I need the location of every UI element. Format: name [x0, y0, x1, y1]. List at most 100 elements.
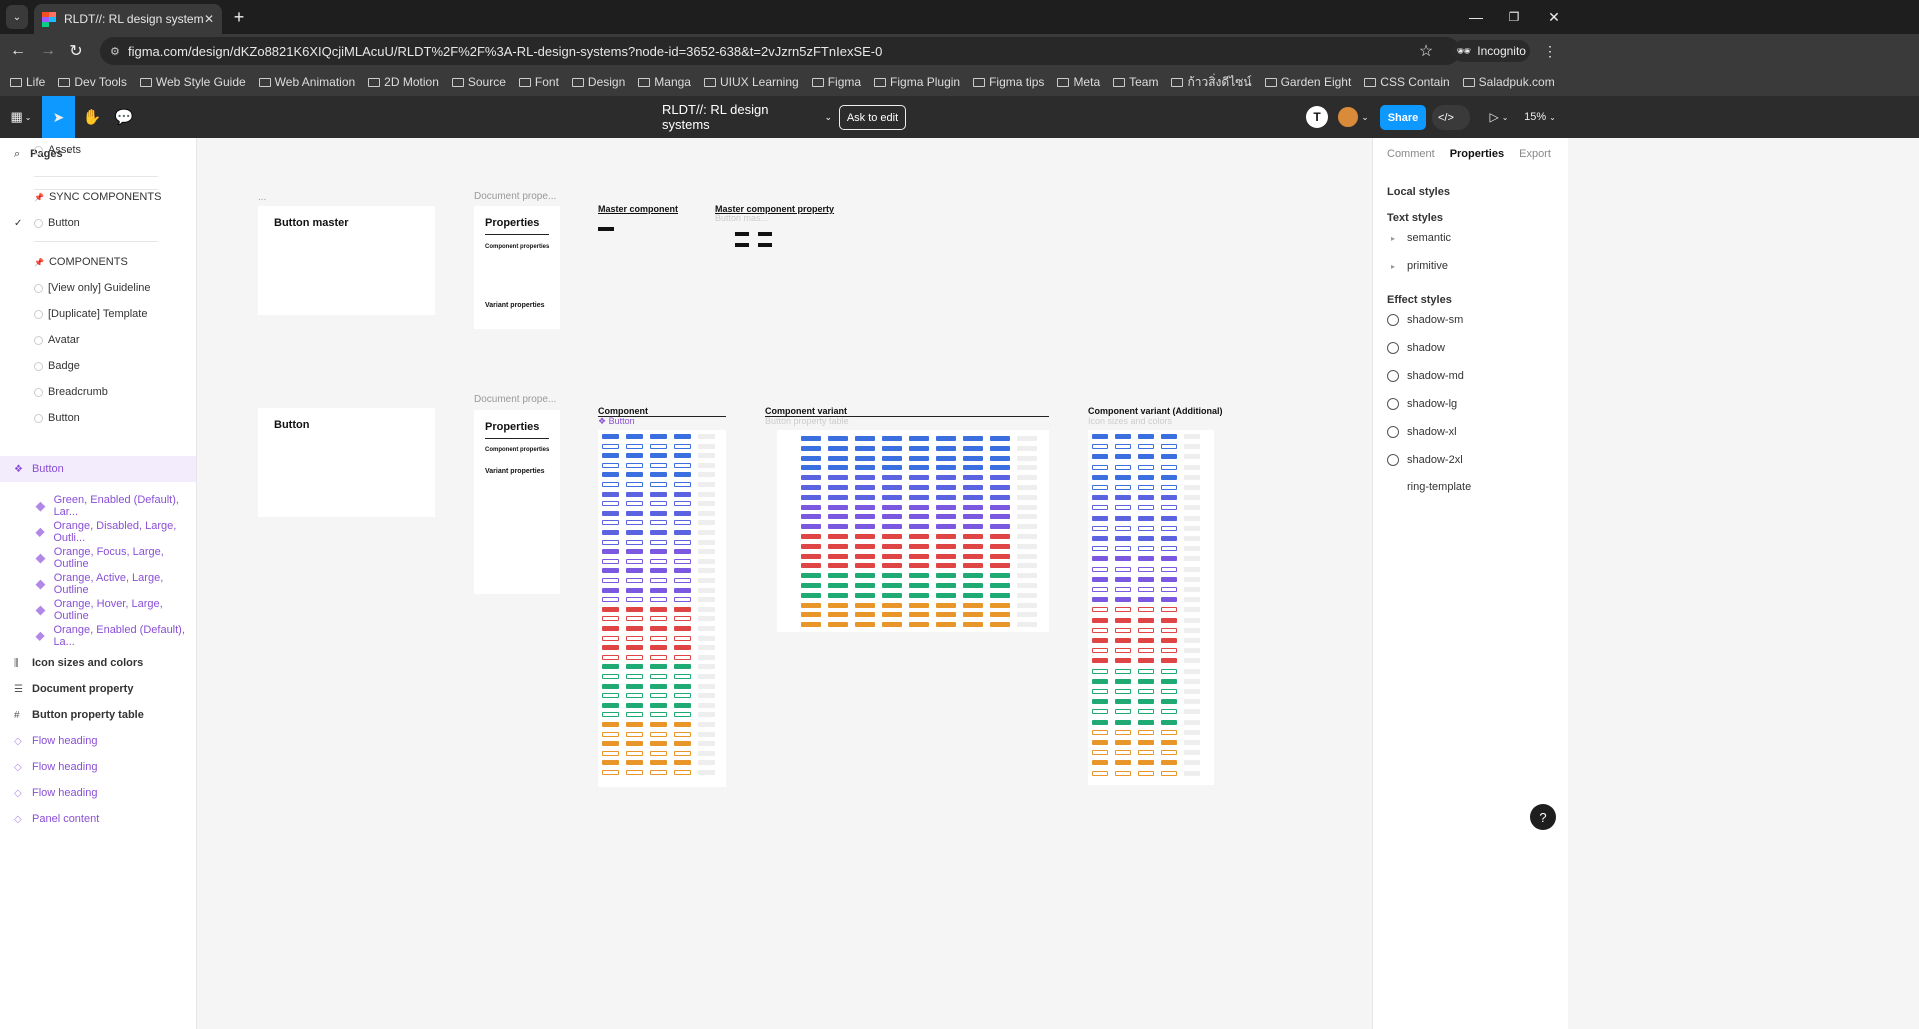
bookmark-item[interactable]: Figma Plugin: [874, 75, 960, 89]
effect-style-item[interactable]: shadow: [1387, 342, 1445, 354]
component-variant-title: Component variant: [765, 406, 848, 416]
layer-item[interactable]: # Button property table: [0, 702, 196, 728]
properties-frame-1[interactable]: Properties Component properties Variant …: [474, 206, 560, 329]
layer-item[interactable]: ⫼ Icon sizes and colors: [0, 650, 196, 676]
layer-variant[interactable]: Orange, Hover, Large, Outline: [0, 597, 196, 623]
layer-variant[interactable]: Orange, Disabled, Large, Outli...: [0, 519, 196, 545]
page-item[interactable]: Badge: [0, 353, 196, 379]
page-item[interactable]: 📌 SYNC COMPONENTS: [0, 184, 196, 210]
bookmark-item[interactable]: Life: [10, 75, 45, 89]
variant-label: Green, Enabled (Default), Lar...: [53, 494, 179, 518]
layer-variant[interactable]: Orange, Active, Large, Outline: [0, 571, 196, 597]
bookmark-item[interactable]: Manga: [638, 75, 691, 89]
file-title[interactable]: RLDT//: RL design systems ⌄: [662, 96, 832, 138]
page-item[interactable]: [Duplicate] Template: [0, 301, 196, 327]
bookmark-item[interactable]: Design: [571, 75, 625, 89]
browser-tab-active[interactable]: RLDT//: RL design systems – Fig ✕: [34, 4, 222, 34]
present-icon[interactable]: ▷ ⌄: [1486, 96, 1512, 138]
layer-variant[interactable]: Orange, Enabled (Default), La...: [0, 623, 196, 649]
browser-tab-bar: ⌄ RLDT//: RL design systems – Fig ✕ + — …: [0, 0, 1919, 34]
bookmark-item[interactable]: Web Style Guide: [139, 75, 246, 89]
effect-styles-heading: Effect styles: [1387, 294, 1452, 306]
bookmark-item[interactable]: Garden Eight: [1264, 75, 1351, 89]
browser-menu-icon[interactable]: ⋮: [1542, 34, 1558, 68]
design-canvas[interactable]: ... Button master Document prope... Prop…: [197, 138, 1372, 1029]
bookmark-item[interactable]: Font: [518, 75, 559, 89]
avatar-menu-chevron-icon[interactable]: ⌄: [1360, 96, 1370, 138]
collaborator-avatar[interactable]: [1336, 105, 1360, 129]
site-info-icon[interactable]: ⚙: [110, 45, 120, 58]
layer-item[interactable]: ◇ Panel content: [0, 806, 196, 832]
ask-to-edit-button[interactable]: Ask to edit: [839, 105, 906, 130]
button-thumbnail: [602, 453, 619, 459]
bookmark-item[interactable]: Source: [451, 75, 506, 89]
zoom-menu[interactable]: 15% ⌄: [1522, 96, 1558, 138]
page-item[interactable]: Assets: [0, 145, 196, 155]
bookmark-item[interactable]: Team: [1113, 75, 1158, 89]
bookmark-item[interactable]: Figma tips: [973, 75, 1044, 89]
bookmark-item[interactable]: Dev Tools: [58, 75, 127, 89]
effect-style-item[interactable]: shadow-xl: [1387, 426, 1457, 438]
properties-frame-2[interactable]: Properties Component properties Variant …: [474, 410, 560, 594]
button-master-frame[interactable]: Button master: [258, 206, 435, 315]
tab-export[interactable]: Export: [1519, 148, 1551, 160]
dev-mode-toggle[interactable]: </>: [1432, 105, 1470, 130]
user-avatar[interactable]: T: [1306, 106, 1328, 128]
page-item[interactable]: 📌 COMPONENTS: [0, 249, 196, 275]
layer-variant[interactable]: Orange, Focus, Large, Outline: [0, 545, 196, 571]
button-thumbnail: [1184, 597, 1200, 603]
text-style-item[interactable]: ▸ primitive: [1387, 260, 1448, 272]
main-menu-button[interactable]: ▦ ⌄: [6, 96, 36, 138]
help-button[interactable]: ?: [1530, 804, 1556, 830]
page-item[interactable]: Button: [0, 405, 196, 431]
bookmark-item[interactable]: Meta: [1057, 75, 1100, 89]
bookmark-star-icon[interactable]: ☆: [1414, 34, 1438, 68]
bookmark-item[interactable]: UIUX Learning: [703, 75, 799, 89]
effect-style-item[interactable]: shadow-2xl: [1387, 454, 1463, 466]
minimize-icon[interactable]: —: [1466, 0, 1486, 34]
layer-button-component-set[interactable]: ❖ Button: [0, 456, 196, 482]
effect-style-item[interactable]: shadow-lg: [1387, 398, 1457, 410]
page-item[interactable]: Breadcrumb: [0, 379, 196, 405]
effect-style-item[interactable]: shadow-md: [1387, 370, 1464, 382]
tab-properties[interactable]: Properties: [1450, 148, 1504, 160]
tab-comment[interactable]: Comment: [1387, 148, 1435, 160]
move-tool-button[interactable]: ➤: [42, 96, 75, 138]
ring-template-item[interactable]: ring-template: [1407, 481, 1471, 493]
tab-list-button[interactable]: ⌄: [6, 5, 28, 29]
bookmark-item[interactable]: 2D Motion: [368, 75, 439, 89]
url-field[interactable]: ⚙ figma.com/design/dKZo8821K6XIQcjiMLAcu…: [100, 37, 1460, 65]
folder-icon: [10, 77, 22, 87]
new-tab-button[interactable]: +: [228, 0, 250, 34]
button-frame[interactable]: Button: [258, 408, 435, 517]
bookmark-item[interactable]: Figma: [811, 75, 861, 89]
text-style-item[interactable]: ▸ semantic: [1387, 232, 1451, 244]
icon-sizes-grid[interactable]: [1088, 430, 1214, 785]
page-item[interactable]: Avatar: [0, 327, 196, 353]
layer-item[interactable]: ☰ Document property: [0, 676, 196, 702]
hand-tool-icon[interactable]: ✋: [80, 96, 104, 138]
layer-variant[interactable]: Green, Enabled (Default), Lar...: [0, 493, 196, 519]
bookmark-item[interactable]: CSS Contain: [1364, 75, 1450, 89]
page-item[interactable]: ✓ Button: [0, 210, 196, 236]
close-window-icon[interactable]: ✕: [1544, 0, 1564, 34]
bookmark-item[interactable]: Saladpuk.com: [1462, 75, 1555, 89]
bookmark-item[interactable]: Web Animation: [258, 75, 355, 89]
close-tab-icon[interactable]: ✕: [204, 12, 214, 26]
page-item[interactable]: [View only] Guideline: [0, 275, 196, 301]
layer-item[interactable]: ◇ Flow heading: [0, 780, 196, 806]
button-thumbnail: [1115, 597, 1131, 603]
share-button[interactable]: Share: [1380, 105, 1426, 130]
component-grid[interactable]: [598, 430, 726, 787]
effect-style-item[interactable]: shadow-sm: [1387, 314, 1463, 326]
bookmark-item[interactable]: ก้าวสิ่งดีไซน์: [1171, 73, 1252, 92]
reload-icon[interactable]: ↻: [66, 34, 86, 68]
restore-icon[interactable]: ❐: [1504, 0, 1524, 34]
component-variant-grid[interactable]: [777, 430, 1049, 632]
comment-tool-icon[interactable]: 💬: [112, 96, 136, 138]
layer-item[interactable]: ◇ Flow heading: [0, 728, 196, 754]
forward-icon[interactable]: →: [38, 34, 58, 68]
layer-item[interactable]: ◇ Flow heading: [0, 754, 196, 780]
back-icon[interactable]: ←: [8, 34, 28, 68]
incognito-badge[interactable]: 🕶 Incognito: [1452, 40, 1530, 62]
